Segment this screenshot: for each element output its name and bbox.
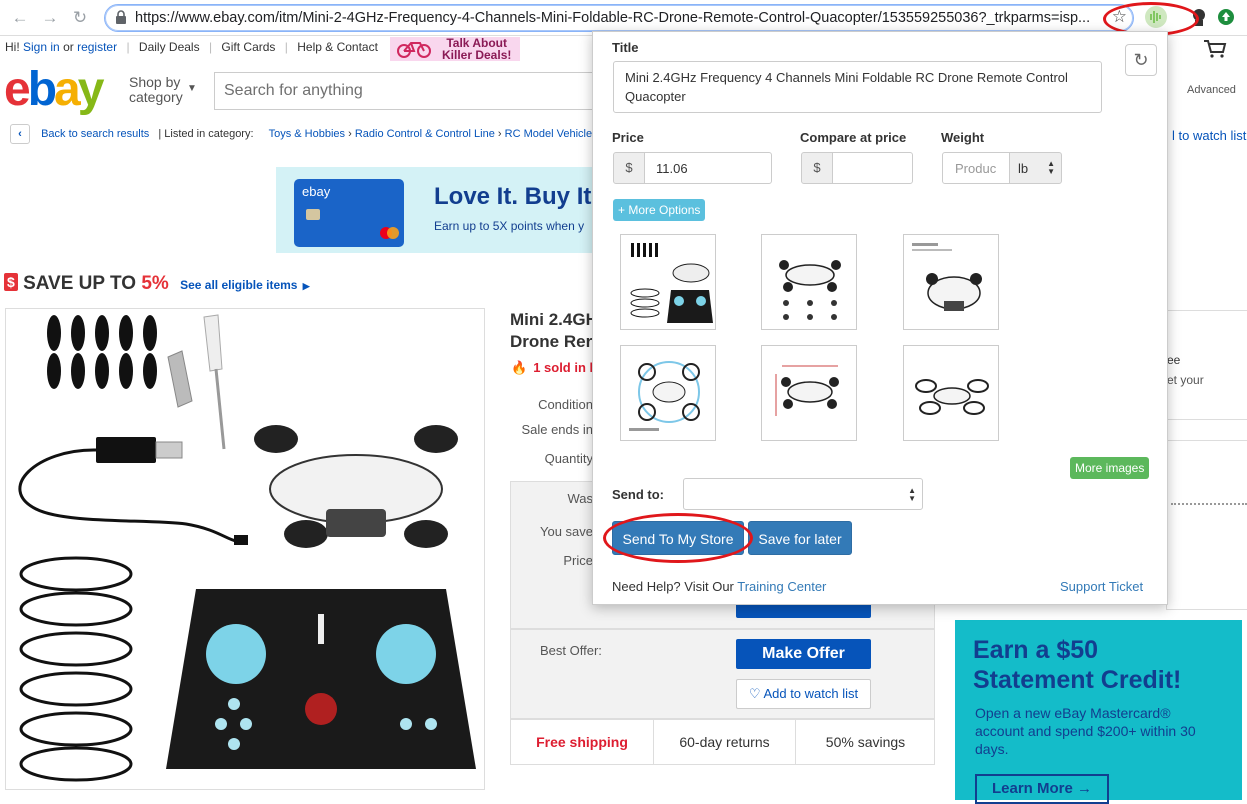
refresh-icon[interactable]: ↻ — [1125, 44, 1157, 76]
lock-icon — [116, 10, 126, 24]
mastercard-ad[interactable]: Earn a $50 Statement Credit! Open a new e… — [955, 620, 1242, 804]
dollar-tag-icon: $ — [4, 273, 18, 291]
mc-ad-body: Open a new eBay Mastercard® account and … — [975, 705, 1196, 757]
address-bar[interactable]: https://www.ebay.com/itm/Mini-2-4GHz-Fre… — [104, 4, 1134, 32]
help-text: Need Help? Visit Our Training Center — [612, 579, 827, 594]
breadcrumb: ‹ Back to search results | Listed in cat… — [10, 124, 592, 144]
bicycle-icon — [397, 42, 431, 58]
right-info-box-2 — [1166, 440, 1247, 610]
daily-deals-link[interactable]: Daily Deals — [139, 40, 200, 54]
product-main-image[interactable] — [5, 308, 485, 790]
image-thumbnail-4[interactable] — [620, 345, 716, 441]
more-images-button[interactable]: More images — [1070, 457, 1150, 479]
crumb-toys[interactable]: Toys & Hobbies — [269, 128, 345, 140]
weight-unit-select[interactable]: lb ▲ ▼ — [1009, 152, 1062, 184]
back-chevron-icon[interactable]: ‹ — [10, 124, 30, 144]
image-thumbnail-6[interactable] — [903, 345, 999, 441]
promo-line2: Killer Deals! — [442, 48, 512, 62]
ad-headline: Love It. Buy It. — [434, 183, 596, 210]
update-arrow-icon[interactable] — [1218, 9, 1234, 25]
select-arrows-icon: ▲ ▼ — [908, 486, 916, 503]
back-arrow-icon[interactable]: ← — [10, 8, 30, 28]
greeting: Hi! — [5, 40, 20, 54]
see-eligible-items-link[interactable]: See all eligible items — [180, 278, 297, 292]
card-image: ebay — [294, 179, 404, 247]
compare-currency-addon: $ — [801, 152, 833, 184]
price-label: Price — [563, 553, 593, 568]
right-info-box: ee et your — [1166, 310, 1247, 420]
prop-guards-graphic — [19, 556, 133, 782]
send-to-select[interactable]: ▲ ▼ — [683, 478, 923, 510]
sign-in-link[interactable]: Sign in — [23, 40, 60, 54]
quantity-label: Quantity — [544, 451, 593, 466]
savings-text: 50% savings — [795, 720, 935, 764]
image-thumbnail-3[interactable] — [903, 234, 999, 330]
help-contact-link[interactable]: Help & Contact — [297, 40, 378, 54]
sale-ends-label: Sale ends in — [521, 422, 593, 437]
advanced-search-link[interactable]: Advanced — [1187, 84, 1236, 96]
title-textarea[interactable]: Mini 2.4GHz Frequency 4 Channels Mini Fo… — [613, 61, 1102, 113]
arrow-right-icon: → — [1077, 780, 1093, 797]
import-extension-popup: Title Mini 2.4GHz Frequency 4 Channels M… — [592, 31, 1168, 605]
was-label: Was — [567, 491, 593, 506]
ebay-logo[interactable]: ebay — [4, 62, 104, 118]
drone-graphic — [254, 425, 458, 548]
heart-icon: ♡ — [748, 686, 761, 701]
gift-cards-link[interactable]: Gift Cards — [221, 40, 275, 54]
url-text: https://www.ebay.com/itm/Mini-2-4GHz-Fre… — [135, 10, 1091, 26]
annotation-circle-send-button — [603, 513, 753, 563]
flame-icon: 🔥 — [511, 360, 528, 375]
shop-by-category[interactable]: Shop by category ▼ — [129, 75, 197, 105]
or-text: or — [63, 40, 74, 54]
best-offer-label: Best Offer: — [540, 643, 602, 658]
price-label: Price — [612, 130, 644, 145]
mc-ad-headline: Earn a $50 Statement Credit! — [973, 636, 1182, 694]
more-options-button[interactable]: + More Options — [613, 199, 706, 221]
price-input[interactable]: 11.06 — [644, 152, 772, 184]
select-arrows-icon: ▲ ▼ — [1047, 159, 1055, 176]
add-to-watch-list-link-top[interactable]: l to watch list — [1172, 128, 1246, 143]
weight-label: Weight — [941, 130, 985, 145]
support-ticket-link[interactable]: Support Ticket — [1060, 579, 1143, 594]
chevron-down-icon: ▼ — [187, 83, 197, 94]
reload-icon[interactable]: ↻ — [70, 8, 90, 28]
image-thumbnail-1[interactable] — [620, 234, 716, 330]
condition-label: Condition — [538, 397, 593, 412]
talk-about-deals-banner[interactable]: Talk About Killer Deals! — [390, 37, 520, 61]
search-input[interactable]: Search for anything — [214, 72, 594, 110]
shipping-info-row: Free shipping 60-day returns 50% savings — [510, 719, 935, 765]
register-link[interactable]: register — [77, 40, 117, 54]
title-label: Title — [612, 40, 639, 55]
free-shipping-text: Free shipping — [536, 734, 628, 750]
save-banner: $ SAVE UP TO 5% See all eligible items ▶ — [4, 273, 310, 295]
training-center-link[interactable]: Training Center — [737, 579, 826, 594]
product-title: Mini 2.4GH Drone Rer — [510, 310, 598, 351]
you-save-label: You save — [539, 524, 593, 539]
image-thumbnail-5[interactable] — [761, 345, 857, 441]
price-currency-addon: $ — [613, 152, 645, 184]
make-offer-button[interactable]: Make Offer — [736, 639, 871, 669]
forward-arrow-icon[interactable]: → — [40, 8, 60, 28]
weight-input[interactable]: Produc — [942, 152, 1010, 184]
crumb-rc-vehicle[interactable]: RC Model Vehicle — [505, 128, 592, 140]
compare-at-price-input[interactable] — [832, 152, 913, 184]
propellers-graphic — [47, 315, 157, 389]
remote-controller-graphic — [166, 589, 476, 769]
compare-at-price-label: Compare at price — [800, 130, 907, 145]
cart-icon[interactable] — [1203, 39, 1227, 59]
sold-indicator: 🔥 1 sold in la — [511, 360, 601, 375]
credit-card-ad[interactable]: ebay Love It. Buy It. Earn up to 5X poin… — [276, 167, 596, 253]
save-for-later-button[interactable]: Save for later — [748, 521, 852, 555]
back-to-results-link[interactable]: Back to search results — [41, 128, 149, 140]
crumb-rc[interactable]: Radio Control & Control Line — [355, 128, 495, 140]
image-thumbnail-2[interactable] — [761, 234, 857, 330]
returns-text: 60-day returns — [653, 720, 795, 764]
add-to-watch-list-button[interactable]: ♡ Add to watch list — [736, 679, 871, 709]
send-to-label: Send to: — [612, 487, 664, 502]
ad-subtext: Earn up to 5X points when y — [434, 219, 585, 233]
